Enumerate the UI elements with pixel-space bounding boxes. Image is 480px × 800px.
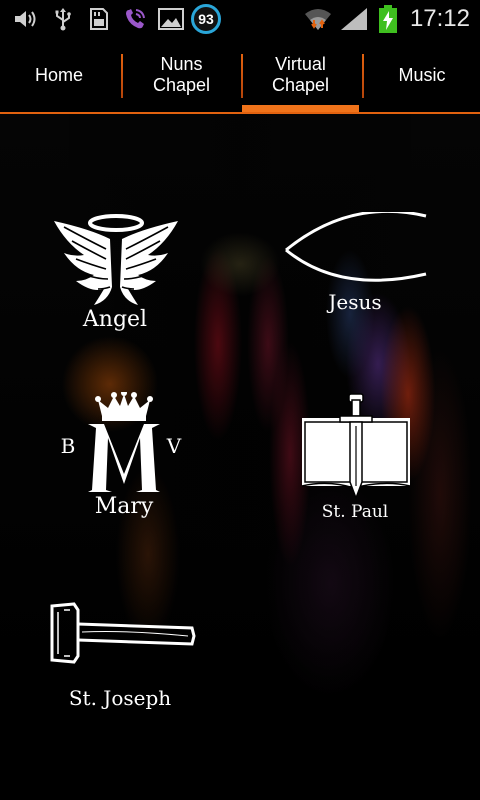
status-bar: 93 17:12 <box>0 0 480 38</box>
wifi-icon <box>302 6 334 32</box>
virtual-chapel-panel: Angel Jesus B V Mary St. Paul St. Joseph <box>0 114 480 800</box>
st-paul-tile[interactable]: St. Paul <box>290 390 420 530</box>
status-time: 17:12 <box>409 5 470 32</box>
tab-music-label: Music <box>398 64 446 85</box>
tab-virtual-chapel[interactable]: Virtual Chapel <box>242 38 359 112</box>
active-tab-indicator <box>242 105 359 112</box>
tab-virtual-chapel-label: Virtual Chapel <box>271 54 330 95</box>
mary-left-letter: B <box>60 434 76 458</box>
tab-home[interactable]: Home <box>0 38 118 112</box>
tab-nuns-chapel[interactable]: Nuns Chapel <box>123 38 240 112</box>
gallery-icon <box>157 6 185 32</box>
crowned-m-icon <box>80 392 168 494</box>
notification-count-badge: 93 <box>191 4 221 34</box>
signal-icon <box>338 6 370 32</box>
tab-music[interactable]: Music <box>364 38 480 112</box>
tab-home-label: Home <box>34 64 83 85</box>
mary-tile[interactable]: B V Mary <box>56 392 196 522</box>
angel-label: Angel <box>82 307 148 332</box>
battery-charging-icon <box>376 5 400 33</box>
st-joseph-tile[interactable]: St. Joseph <box>40 600 210 718</box>
jesus-label: Jesus <box>328 290 382 314</box>
viber-icon <box>121 6 149 32</box>
st-paul-label: St. Paul <box>321 502 389 522</box>
jesus-tile[interactable]: Jesus <box>280 212 430 322</box>
tab-bar: Home Nuns Chapel Virtual Chapel Music <box>0 38 480 114</box>
st-joseph-label: St. Joseph <box>68 686 172 710</box>
angel-tile[interactable]: Angel <box>40 204 190 334</box>
sd-card-icon <box>88 6 110 32</box>
mary-label: Mary <box>94 494 154 519</box>
usb-icon <box>52 6 74 32</box>
book-sword-icon <box>300 390 412 502</box>
angel-wings-icon <box>50 209 182 307</box>
hammer-icon <box>48 600 198 666</box>
tab-nuns-chapel-label: Nuns Chapel <box>152 54 211 95</box>
volume-icon <box>12 6 40 32</box>
ichthys-fish-icon <box>280 212 430 282</box>
mary-right-letter: V <box>166 434 182 458</box>
